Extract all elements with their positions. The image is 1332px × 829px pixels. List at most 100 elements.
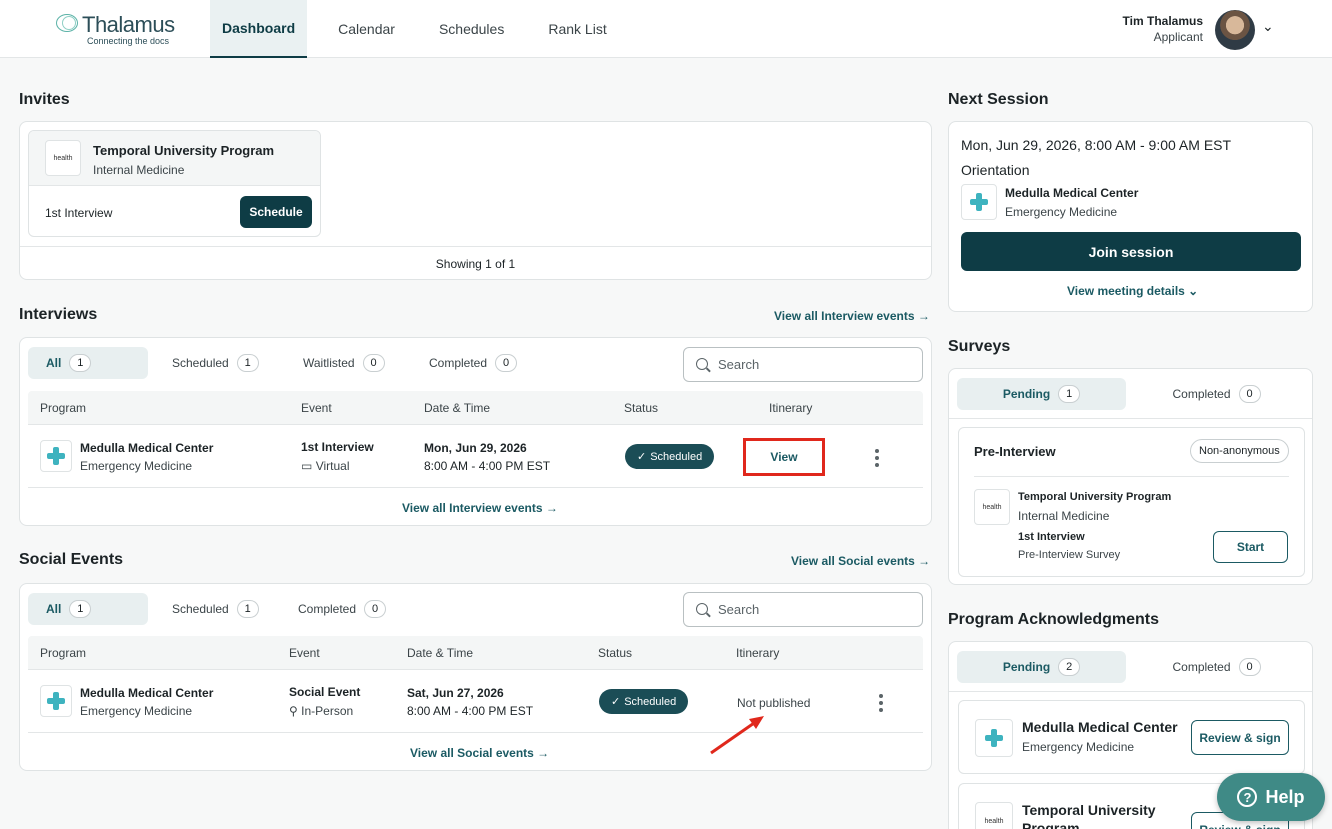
top-bar: Thalamus Connecting the docs Dashboard C…: [0, 0, 1332, 58]
next-session-card: Mon, Jun 29, 2026, 8:00 AM - 9:00 AM EST…: [948, 121, 1313, 312]
surveys-title: Surveys: [948, 338, 1011, 355]
join-session-button[interactable]: Join session: [961, 232, 1301, 271]
start-survey-button[interactable]: Start: [1213, 531, 1288, 563]
health-logo-icon: health: [975, 802, 1013, 829]
view-all-interviews-link-top[interactable]: View all Interview events →: [774, 309, 930, 323]
medulla-logo-icon: [975, 719, 1013, 757]
interviews-search-input[interactable]: Search: [683, 347, 923, 382]
tab-label: Pending: [1002, 387, 1051, 401]
tab-scheduled[interactable]: Scheduled 1: [154, 347, 279, 379]
col-date-time: Date & Time: [424, 401, 491, 415]
avatar[interactable]: [1215, 10, 1255, 50]
row-specialty: Emergency Medicine: [80, 704, 193, 718]
tab-waitlisted[interactable]: Waitlisted 0: [285, 347, 405, 379]
tab-pending[interactable]: Pending 2: [957, 651, 1126, 683]
review-sign-button[interactable]: Review & sign: [1191, 720, 1289, 755]
nav-calendar[interactable]: Calendar: [326, 0, 407, 58]
ack-specialty: Emergency Medicine: [1022, 740, 1135, 754]
invite-tile-header: health Temporal University Program Inter…: [29, 131, 320, 186]
survey-event: 1st Interview: [1018, 531, 1085, 543]
tab-count-badge: 0: [362, 354, 385, 372]
itinerary-view-link[interactable]: View: [743, 438, 825, 476]
session-specialty: Emergency Medicine: [1005, 205, 1118, 219]
col-program: Program: [40, 646, 87, 660]
chevron-down-icon[interactable]: ⌄: [1262, 18, 1274, 35]
social-search-input[interactable]: Search: [683, 592, 923, 627]
tab-label: Waitlisted: [303, 356, 355, 370]
tab-completed[interactable]: Completed 0: [411, 347, 531, 379]
divider: [28, 424, 923, 425]
chevron-down-icon: ⌄: [1188, 284, 1199, 298]
thalamus-logo[interactable]: Thalamus Connecting the docs: [56, 12, 186, 48]
tab-completed[interactable]: Completed 0: [1132, 651, 1301, 683]
view-all-social-link-top[interactable]: View all Social events →: [791, 554, 930, 568]
search-icon: [696, 603, 708, 615]
survey-item: Pre-Interview Non-anonymous health Tempo…: [958, 427, 1305, 577]
tab-count-badge: 1: [236, 600, 259, 618]
row-program: Medulla Medical Center: [80, 686, 214, 700]
tab-completed[interactable]: Completed 0: [1132, 378, 1301, 410]
ack-program: Medulla Medical Center: [1022, 719, 1178, 735]
tab-label: Scheduled: [172, 356, 229, 370]
row-event: 1st Interview: [301, 440, 374, 454]
row-event-type: ⚲ In-Person: [289, 704, 353, 718]
ack-program-line2: Program: [1022, 820, 1080, 829]
row-event-type: ▭ Virtual: [301, 459, 349, 473]
location-pin-icon: ⚲: [289, 704, 298, 718]
view-all-social-link-bottom[interactable]: View all Social events →: [410, 746, 549, 760]
col-itinerary: Itinerary: [736, 646, 780, 660]
survey-program: Temporal University Program: [1018, 491, 1172, 503]
nav-rank-list[interactable]: Rank List: [536, 0, 618, 58]
status-label: Scheduled: [624, 695, 677, 708]
logo-tagline: Connecting the docs: [87, 36, 170, 46]
tab-label: Completed: [429, 356, 488, 370]
col-itinerary: Itinerary: [769, 401, 813, 415]
nav-dashboard[interactable]: Dashboard: [210, 0, 308, 58]
col-event: Event: [289, 646, 320, 660]
medulla-logo-icon: [961, 184, 997, 220]
tab-all[interactable]: All 1: [28, 347, 148, 379]
details-label: View meeting details: [1067, 284, 1185, 298]
social-card: All 1 Scheduled 1 Completed 0 Search Progra…: [19, 583, 932, 771]
view-meeting-details-link[interactable]: View meeting details ⌄: [1067, 284, 1198, 298]
tab-all[interactable]: All 1: [28, 593, 148, 625]
health-logo-text: health: [982, 503, 1002, 511]
tab-label: Completed: [1172, 387, 1231, 401]
next-session-title: Next Session: [948, 91, 1049, 108]
invite-tile: health Temporal University Program Inter…: [28, 130, 321, 237]
invites-title: Invites: [19, 91, 70, 108]
tab-scheduled[interactable]: Scheduled 1: [154, 593, 274, 625]
more-options-icon[interactable]: [879, 694, 883, 712]
more-options-icon[interactable]: [875, 449, 879, 467]
user-name: Tim Thalamus: [1122, 14, 1203, 28]
divider: [28, 487, 923, 488]
row-event: Social Event: [289, 685, 361, 699]
event-type-label: In-Person: [301, 704, 354, 718]
row-date: Mon, Jun 29, 2026: [424, 441, 527, 455]
schedule-button[interactable]: Schedule: [240, 196, 312, 228]
interviews-title: Interviews: [19, 306, 98, 323]
help-button[interactable]: ? Help: [1217, 773, 1325, 821]
logo-ring-inner-icon: [62, 16, 76, 30]
survey-title: Pre-Interview: [974, 444, 1056, 459]
tab-count-badge: 1: [69, 354, 92, 372]
invites-showing: Showing 1 of 1: [20, 246, 931, 280]
itinerary-not-published: Not published: [737, 696, 811, 710]
medulla-logo-icon: [40, 685, 72, 717]
tab-label: Pending: [1002, 660, 1051, 674]
tab-completed[interactable]: Completed 0: [280, 593, 400, 625]
row-time: 8:00 AM - 4:00 PM EST: [424, 459, 551, 473]
tab-pending[interactable]: Pending 1: [957, 378, 1126, 410]
user-info[interactable]: Tim Thalamus Applicant: [1123, 14, 1203, 44]
session-program: Medulla Medical Center: [1005, 186, 1139, 200]
status-badge: ✓ Scheduled: [599, 689, 689, 714]
tab-label: Completed: [1172, 660, 1231, 674]
acknowledgment-item: Medulla Medical Center Emergency Medicin…: [958, 700, 1305, 774]
row-program: Medulla Medical Center: [80, 441, 214, 455]
logo-name: Thalamus: [82, 12, 175, 37]
search-placeholder: Search: [718, 602, 760, 617]
view-all-interviews-link-bottom[interactable]: View all Interview events →: [402, 501, 558, 515]
acknowledgments-title: Program Acknowledgments: [948, 611, 1160, 628]
nav-schedules[interactable]: Schedules: [427, 0, 516, 58]
invite-specialty: Internal Medicine: [93, 163, 185, 177]
